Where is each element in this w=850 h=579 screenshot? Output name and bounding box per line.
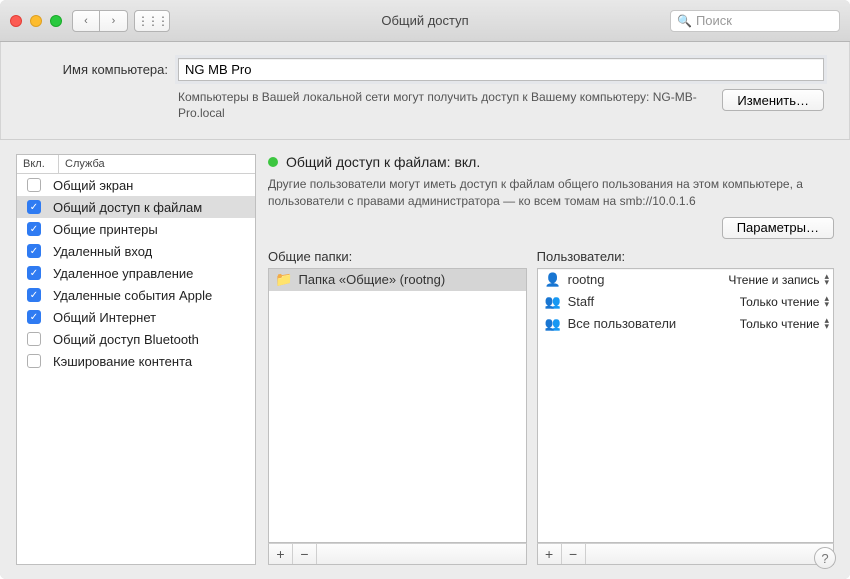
computer-name-input[interactable] bbox=[178, 58, 824, 81]
user-permission-select[interactable]: Только чтение ▴▾ bbox=[740, 317, 829, 331]
remove-folder-button[interactable]: − bbox=[293, 544, 317, 564]
search-field[interactable]: 🔍 Поиск bbox=[670, 10, 840, 32]
users-label: Пользователи: bbox=[537, 249, 834, 264]
service-checkbox[interactable]: ✓ bbox=[27, 222, 41, 236]
search-placeholder: Поиск bbox=[696, 13, 732, 28]
service-description: Другие пользователи могут иметь доступ к… bbox=[268, 176, 834, 208]
service-name: Общий доступ Bluetooth bbox=[53, 332, 199, 347]
main-area: Вкл. Служба Общий экран ✓ Общий доступ к ф… bbox=[0, 139, 850, 579]
shared-folders-list[interactable]: 📁 Папка «Общие» (rootng) bbox=[268, 268, 527, 543]
service-row[interactable]: ✓ Общие принтеры bbox=[17, 218, 255, 240]
permission-value: Чтение и запись bbox=[728, 273, 819, 287]
service-name: Общий Интернет bbox=[53, 310, 156, 325]
service-name: Удаленные события Apple bbox=[53, 288, 212, 303]
search-icon: 🔍 bbox=[677, 14, 692, 28]
service-checkbox[interactable] bbox=[27, 332, 41, 346]
permission-value: Только чтение bbox=[740, 317, 820, 331]
user-permission-select[interactable]: Только чтение ▴▾ bbox=[740, 295, 829, 309]
users-toolbar: + − bbox=[537, 543, 834, 565]
service-name: Общий доступ к файлам bbox=[53, 200, 202, 215]
service-name: Удаленное управление bbox=[53, 266, 193, 281]
back-button[interactable]: ‹ bbox=[72, 10, 100, 32]
service-row[interactable]: ✓ Удаленный вход bbox=[17, 240, 255, 262]
users-list[interactable]: 👤 rootng Чтение и запись ▴▾ 👥 Staff Только чте… bbox=[537, 268, 834, 543]
service-checkbox[interactable]: ✓ bbox=[27, 266, 41, 280]
options-button[interactable]: Параметры… bbox=[722, 217, 834, 239]
service-row[interactable]: ✓ Удаленное управление bbox=[17, 262, 255, 284]
nav-buttons: ‹ › bbox=[72, 10, 128, 32]
service-name: Кэширование контента bbox=[53, 354, 192, 369]
user-name: Все пользователи bbox=[568, 316, 677, 331]
user-row[interactable]: 👥 Все пользователи Только чтение ▴▾ bbox=[538, 313, 833, 335]
forward-button[interactable]: › bbox=[100, 10, 128, 32]
titlebar: ‹ › ⋮⋮⋮ Общий доступ 🔍 Поиск bbox=[0, 0, 850, 42]
service-name: Общий экран bbox=[53, 178, 133, 193]
zoom-window-button[interactable] bbox=[50, 15, 62, 27]
stepper-icon: ▴▾ bbox=[824, 296, 829, 307]
user-name: rootng bbox=[568, 272, 605, 287]
show-all-button[interactable]: ⋮⋮⋮ bbox=[134, 10, 170, 32]
service-checkbox[interactable] bbox=[27, 354, 41, 368]
computer-name-description: Компьютеры в Вашей локальной сети могут … bbox=[178, 89, 712, 121]
folder-name: Папка «Общие» (rootng) bbox=[298, 272, 445, 287]
group-icon: 👥 bbox=[544, 294, 562, 310]
users-column: Пользователи: 👤 rootng Чтение и запись ▴▾ 👥 S… bbox=[537, 249, 834, 565]
person-icon: 👤 bbox=[544, 272, 562, 288]
user-name: Staff bbox=[568, 294, 595, 309]
service-name: Удаленный вход bbox=[53, 244, 152, 259]
shared-folders-toolbar: + − bbox=[268, 543, 527, 565]
permission-value: Только чтение bbox=[740, 295, 820, 309]
computer-name-section: Имя компьютера: Компьютеры в Вашей локал… bbox=[0, 42, 850, 139]
computer-name-label: Имя компьютера: bbox=[36, 58, 168, 77]
service-row[interactable]: ✓ Удаленные события Apple bbox=[17, 284, 255, 306]
service-row[interactable]: ✓ Общий доступ к файлам bbox=[17, 196, 255, 218]
services-table: Вкл. Служба Общий экран ✓ Общий доступ к ф… bbox=[16, 154, 256, 565]
user-permission-select[interactable]: Чтение и запись ▴▾ bbox=[728, 273, 829, 287]
service-row[interactable]: Общий доступ Bluetooth bbox=[17, 328, 255, 350]
minimize-window-button[interactable] bbox=[30, 15, 42, 27]
stepper-icon: ▴▾ bbox=[824, 318, 829, 329]
service-detail: Общий доступ к файлам: вкл. Другие польз… bbox=[268, 154, 834, 565]
service-name: Общие принтеры bbox=[53, 222, 158, 237]
window-controls bbox=[10, 15, 62, 27]
service-checkbox[interactable]: ✓ bbox=[27, 288, 41, 302]
shared-folders-label: Общие папки: bbox=[268, 249, 527, 264]
close-window-button[interactable] bbox=[10, 15, 22, 27]
service-row[interactable]: Кэширование контента bbox=[17, 350, 255, 372]
edit-name-button[interactable]: Изменить… bbox=[722, 89, 824, 111]
remove-user-button[interactable]: − bbox=[562, 544, 586, 564]
service-checkbox[interactable]: ✓ bbox=[27, 244, 41, 258]
folder-row[interactable]: 📁 Папка «Общие» (rootng) bbox=[269, 269, 526, 291]
add-user-button[interactable]: + bbox=[538, 544, 562, 564]
user-row[interactable]: 👥 Staff Только чтение ▴▾ bbox=[538, 291, 833, 313]
add-folder-button[interactable]: + bbox=[269, 544, 293, 564]
services-body: Общий экран ✓ Общий доступ к файлам ✓ Общие … bbox=[17, 174, 255, 564]
stepper-icon: ▴▾ bbox=[824, 274, 829, 285]
help-button[interactable]: ? bbox=[814, 547, 836, 569]
services-header-on: Вкл. bbox=[17, 155, 59, 173]
status-indicator-icon bbox=[268, 157, 278, 167]
service-checkbox[interactable] bbox=[27, 178, 41, 192]
service-row[interactable]: Общий экран bbox=[17, 174, 255, 196]
service-checkbox[interactable]: ✓ bbox=[27, 310, 41, 324]
services-header-name: Служба bbox=[59, 155, 255, 173]
folder-icon: 📁 bbox=[275, 271, 292, 288]
shared-folders-column: Общие папки: 📁 Папка «Общие» (rootng) + − bbox=[268, 249, 527, 565]
group-icon: 👥 bbox=[544, 316, 562, 332]
user-row[interactable]: 👤 rootng Чтение и запись ▴▾ bbox=[538, 269, 833, 291]
service-checkbox[interactable]: ✓ bbox=[27, 200, 41, 214]
status-text: Общий доступ к файлам: вкл. bbox=[286, 154, 480, 170]
services-header: Вкл. Служба bbox=[17, 155, 255, 174]
service-row[interactable]: ✓ Общий Интернет bbox=[17, 306, 255, 328]
